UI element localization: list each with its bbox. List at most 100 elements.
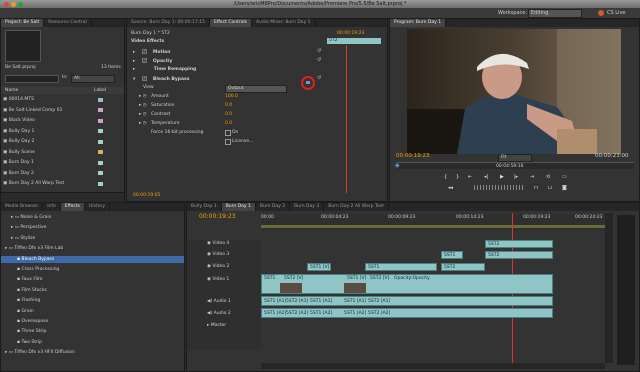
track-video-2[interactable]: ◉ Video 2 — [207, 263, 229, 270]
reset-icon[interactable]: ↺ — [317, 48, 321, 54]
column-name[interactable]: Name — [5, 87, 18, 94]
tab-burn-day-2[interactable]: Burn Day 2 — [256, 203, 291, 211]
project-item[interactable]: ▣ Bully Day 2 — [3, 138, 121, 145]
clip-v2[interactable]: 5ST2 — [441, 263, 485, 271]
set-out-icon[interactable]: } — [456, 174, 459, 180]
master-arrow-icon[interactable]: ▸ — [207, 323, 209, 328]
effects-folder[interactable]: ▸ ▭ Perspective — [1, 224, 184, 231]
tab-burn-day-1[interactable]: Burn Day 1 — [221, 203, 256, 211]
effect-item[interactable]: ▪ Flashing — [1, 297, 184, 304]
effects-folder[interactable]: ▸ ▭ Tiffen Dfx v3 Film Lab — [1, 245, 184, 252]
label-color-swatch[interactable] — [98, 150, 103, 154]
expand-arrow-icon[interactable]: ▸ — [133, 67, 135, 72]
export-frame-icon[interactable]: ◙ — [562, 185, 567, 191]
effect-item[interactable]: ▪ Overexpose — [1, 318, 184, 325]
track-video-1[interactable]: ◉ Video 1 — [207, 276, 229, 283]
contrast-value[interactable]: 0.0 — [225, 111, 232, 118]
timeline-horizontal-scrollbar[interactable] — [261, 363, 605, 369]
clip-v2[interactable]: 5ST1 [V] — [307, 263, 331, 271]
reset-icon[interactable]: ↺ — [317, 75, 321, 81]
play-icon[interactable]: ▶ — [500, 174, 504, 180]
goto-in-icon[interactable]: ⇤ — [468, 174, 472, 180]
effect-item[interactable]: ▪ Faux Film — [1, 276, 184, 283]
force-16bit-checkbox[interactable] — [225, 130, 231, 136]
clip-v3[interactable]: 5ST2 — [485, 251, 553, 259]
stopwatch-icon[interactable]: ▸ ◷ — [139, 94, 147, 99]
label-color-swatch[interactable] — [98, 97, 103, 102]
effects-folder[interactable]: ▸ ▭ Tiffen Dfx v3 HFX Diffusion — [1, 349, 184, 356]
audio-1-clips[interactable]: 5ST1 [A1] 5ST2 [A1] 5ST1 [A1] 5ST1 [A1] … — [261, 296, 553, 306]
label-color-swatch[interactable] — [98, 160, 103, 165]
safe-margins-icon[interactable]: ▭ — [562, 174, 567, 180]
cs-live-label[interactable]: CS Live — [607, 10, 625, 16]
eye-icon[interactable]: ◉ — [207, 264, 211, 269]
effects-folder[interactable]: ▸ ▭ Noise & Grain — [1, 214, 184, 221]
speaker-icon[interactable]: ◀) — [207, 299, 212, 304]
label-color-swatch[interactable] — [98, 108, 103, 112]
reset-icon[interactable]: ↺ — [317, 57, 321, 63]
clip-v2[interactable]: 5ST1 — [365, 263, 437, 271]
cs-live-icon[interactable] — [598, 9, 604, 16]
project-item[interactable]: ▣ 00014.MTS — [3, 96, 121, 103]
video-1-clips[interactable]: 5ST1 5ST2 [V] 5ST1 [V] 5ST2 [V] Opacity:… — [261, 274, 553, 294]
fx-badge-icon[interactable]: fx — [141, 76, 148, 81]
extract-icon[interactable]: ⊔ — [548, 185, 552, 191]
track-audio-1[interactable]: ◀) Audio 1 — [207, 298, 231, 305]
motion-effect-row[interactable]: ▸ fx Motion — [133, 48, 170, 55]
opacity-effect-row[interactable]: ▸ fx Opacity — [133, 57, 172, 64]
stopwatch-icon[interactable]: ▸ ◷ — [139, 121, 147, 126]
collapse-arrow-icon[interactable]: ▾ — [133, 77, 135, 82]
project-item[interactable]: ▣ Black Video — [3, 117, 121, 124]
loop-icon[interactable]: ⟲ — [546, 174, 550, 180]
eye-icon[interactable]: ◉ — [207, 252, 211, 257]
saturation-value[interactable]: 0.0 — [225, 102, 232, 109]
label-color-swatch[interactable] — [98, 171, 103, 175]
close-window-button[interactable] — [4, 1, 9, 7]
set-in-icon[interactable]: { — [444, 174, 447, 180]
workspace-select[interactable]: Editing — [528, 9, 582, 18]
column-label[interactable]: Label — [94, 87, 106, 94]
clip-v3[interactable]: 5ST1 — [441, 251, 463, 259]
jog-shuttle[interactable] — [474, 185, 524, 190]
expand-arrow-icon[interactable]: ▸ — [133, 50, 135, 55]
project-item[interactable]: ▣ Bully Day 1 — [3, 128, 121, 135]
playhead-marker-icon[interactable]: ◆ — [395, 162, 400, 169]
fx-badge-icon[interactable]: fx — [141, 58, 148, 63]
tab-resource-central[interactable]: Resource Central — [44, 19, 92, 27]
time-remapping-row[interactable]: ▸ Time Remapping — [133, 66, 196, 73]
label-color-swatch[interactable] — [98, 139, 103, 144]
tab-info[interactable]: Info — [43, 203, 61, 211]
jog-left-icon[interactable]: ◂◂ — [448, 185, 453, 191]
goto-out-icon[interactable]: ⇥ — [530, 174, 534, 180]
tab-bully-day-1[interactable]: Bully Day 1 — [187, 203, 222, 211]
effect-item[interactable]: ▪ Film Stocks — [1, 287, 184, 294]
project-item[interactable]: ▣ Burn Day 2 All Warp Test — [3, 180, 121, 187]
license-checkbox[interactable] — [225, 139, 231, 145]
lift-icon[interactable]: ⊓ — [534, 185, 538, 191]
tab-program[interactable]: Program: Burn Day 1 — [390, 19, 447, 27]
minimize-window-button[interactable] — [11, 1, 16, 7]
track-master[interactable]: ▸ Master — [207, 322, 226, 329]
clip-v4[interactable]: 5ST2 — [485, 240, 553, 248]
project-item[interactable]: ▣ Burn Day 2 — [3, 170, 121, 177]
project-search-input[interactable] — [5, 75, 59, 83]
project-item[interactable]: ▣ Burn Day 1 — [3, 159, 121, 166]
effect-item[interactable]: ▪ Two Strip — [1, 339, 184, 346]
tab-burn-day-2-all-warp[interactable]: Burn Day 2 All Warp Test — [324, 203, 389, 211]
fx-badge-icon[interactable]: fx — [141, 49, 148, 54]
work-area-bar[interactable] — [261, 225, 605, 228]
effect-item[interactable]: ▪ Grain — [1, 308, 184, 315]
step-back-icon[interactable]: ◂| — [484, 174, 488, 180]
eye-icon[interactable]: ◉ — [207, 277, 211, 282]
zoom-select[interactable]: Fit — [498, 154, 532, 162]
eye-icon[interactable]: ◉ — [207, 241, 211, 246]
timeline-ruler[interactable]: 00:00 00:00:04:23 00:00:09:23 00:00:14:2… — [261, 214, 605, 230]
bleach-bypass-row[interactable]: ▾ fx Bleach Bypass — [133, 75, 189, 82]
label-color-swatch[interactable] — [98, 181, 103, 186]
temperature-value[interactable]: 0.0 — [225, 120, 232, 127]
tab-effects[interactable]: Effects — [60, 203, 86, 211]
label-color-swatch[interactable] — [98, 129, 103, 133]
effect-item[interactable]: ▪ Cross Processing — [1, 266, 184, 273]
tab-project[interactable]: Project: Be Salt — [1, 19, 45, 27]
tab-history[interactable]: History — [85, 203, 111, 211]
